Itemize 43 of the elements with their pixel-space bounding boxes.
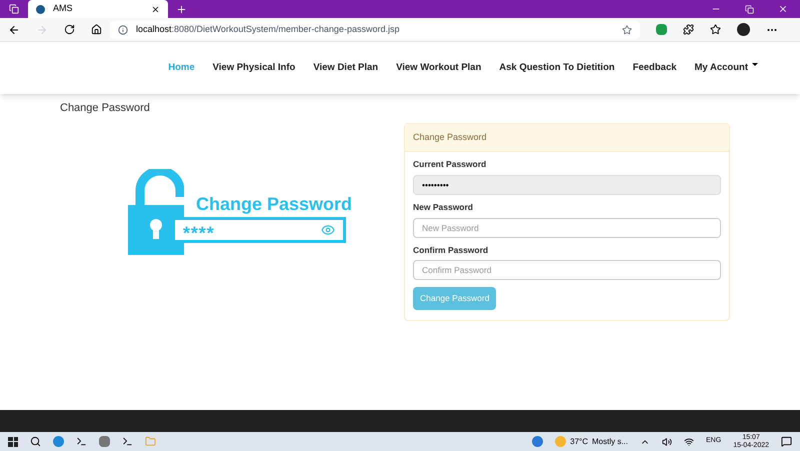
address-field[interactable]: localhost:8080/DietWorkoutSystem/member-change-password.jsp bbox=[110, 20, 640, 38]
profile-avatar[interactable] bbox=[737, 23, 750, 36]
nav-link[interactable]: View Workout Plan bbox=[396, 60, 482, 76]
new-tab-icon[interactable] bbox=[176, 4, 187, 14]
password-field[interactable]: Confirm Password bbox=[413, 260, 721, 280]
favorite-icon[interactable] bbox=[622, 24, 632, 34]
close-icon[interactable] bbox=[151, 4, 160, 14]
nav-link[interactable]: Feedback bbox=[632, 60, 677, 76]
nav-link[interactable]: My Account bbox=[694, 60, 758, 76]
reload-icon[interactable] bbox=[64, 24, 75, 35]
caret-icon bbox=[752, 62, 758, 66]
panel-heading: Change Password bbox=[405, 124, 729, 152]
tabs-icon[interactable] bbox=[9, 4, 19, 14]
page-title: Change Password bbox=[60, 101, 151, 116]
back-icon[interactable] bbox=[8, 24, 20, 36]
url-text: localhost:8080/DietWorkoutSystem/member-change-password.jsp bbox=[136, 22, 400, 36]
notifications-icon[interactable] bbox=[781, 436, 792, 447]
nav-link[interactable]: View Physical Info bbox=[212, 60, 296, 76]
home-icon[interactable] bbox=[91, 24, 102, 35]
network-icon[interactable] bbox=[684, 436, 694, 446]
close-icon[interactable] bbox=[778, 4, 788, 14]
info-icon bbox=[118, 24, 128, 34]
puzzle-icon[interactable] bbox=[683, 24, 694, 35]
weather-temperature[interactable]: 37°C bbox=[570, 436, 588, 448]
field-label: New Password bbox=[413, 200, 474, 214]
password-field[interactable]: New Password bbox=[413, 218, 721, 238]
restore-icon[interactable] bbox=[745, 4, 754, 14]
nav-link[interactable]: Ask Question To Dietition bbox=[499, 60, 615, 76]
favorites-icon[interactable] bbox=[710, 24, 721, 35]
start-icon[interactable] bbox=[8, 436, 18, 446]
terminal-icon[interactable] bbox=[76, 436, 87, 447]
volume-icon[interactable] bbox=[662, 436, 672, 446]
eye-icon bbox=[321, 222, 335, 236]
masked-password: **** bbox=[183, 224, 216, 242]
field-label: Confirm Password bbox=[413, 244, 490, 256]
search-icon[interactable] bbox=[30, 436, 41, 447]
illustration-title: Change Password bbox=[196, 192, 352, 216]
weather-status[interactable]: Mostly s... bbox=[592, 436, 628, 448]
tab-title: AMS bbox=[53, 2, 74, 16]
terminal-icon[interactable] bbox=[122, 436, 133, 447]
nav-link[interactable]: View Diet Plan bbox=[313, 60, 378, 76]
browser-tab[interactable]: AMS bbox=[28, 0, 168, 18]
field-label: Current Password bbox=[413, 158, 488, 171]
